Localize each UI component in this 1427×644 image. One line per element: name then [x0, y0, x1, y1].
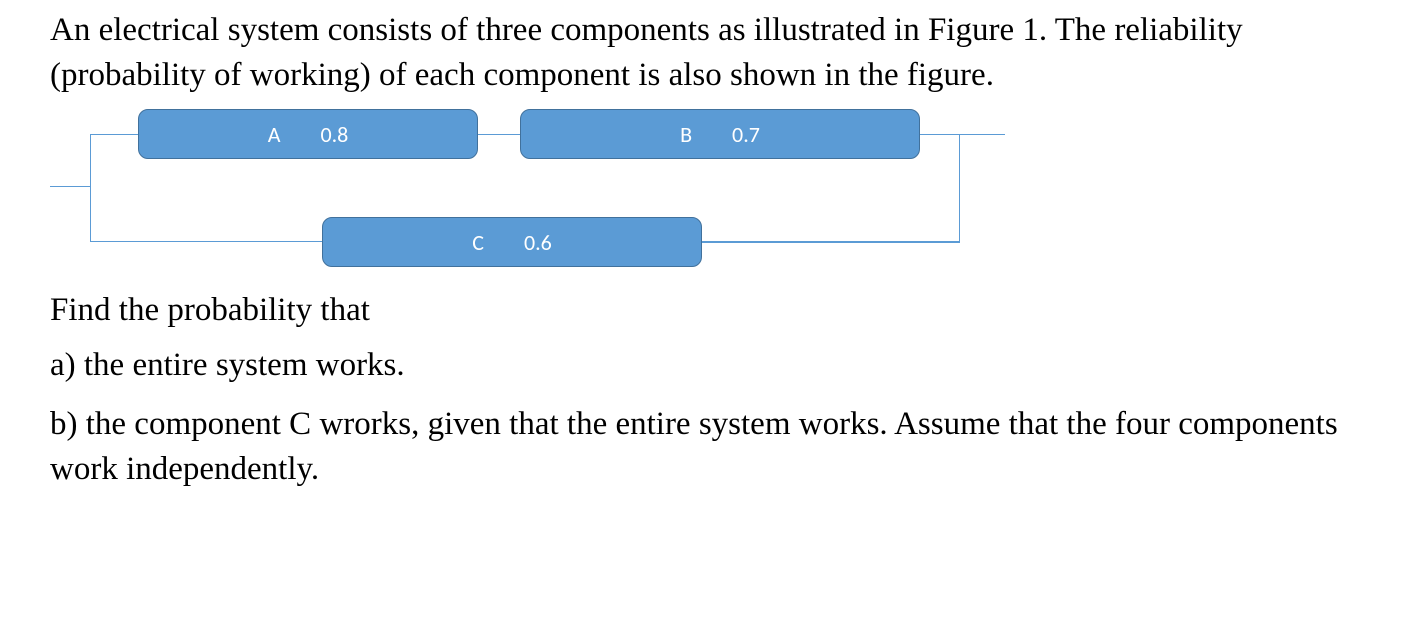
- problem-statement: An electrical system consists of three c…: [50, 8, 1377, 97]
- wire-ab-connector: [478, 134, 520, 135]
- circuit-diagram: A 0.8 B 0.7 C 0.6: [50, 109, 970, 274]
- question-a: a) the entire system works.: [50, 347, 1377, 384]
- component-a-value: 0.8: [320, 121, 348, 148]
- wire-right-lead: [960, 134, 1005, 135]
- component-a: A 0.8: [138, 109, 478, 159]
- component-c-label: C: [472, 229, 484, 256]
- component-c: C 0.6: [322, 217, 702, 267]
- component-c-value: 0.6: [524, 229, 552, 256]
- component-a-label: A: [268, 121, 281, 148]
- wire-c-right: [702, 242, 960, 243]
- wire-left-lead: [50, 186, 90, 187]
- component-b-value: 0.7: [732, 121, 760, 148]
- component-b: B 0.7: [520, 109, 920, 159]
- question-b: b) the component C wrorks, given that th…: [50, 402, 1377, 491]
- component-b-label: B: [680, 121, 692, 148]
- question-intro: Find the probability that: [50, 292, 1377, 329]
